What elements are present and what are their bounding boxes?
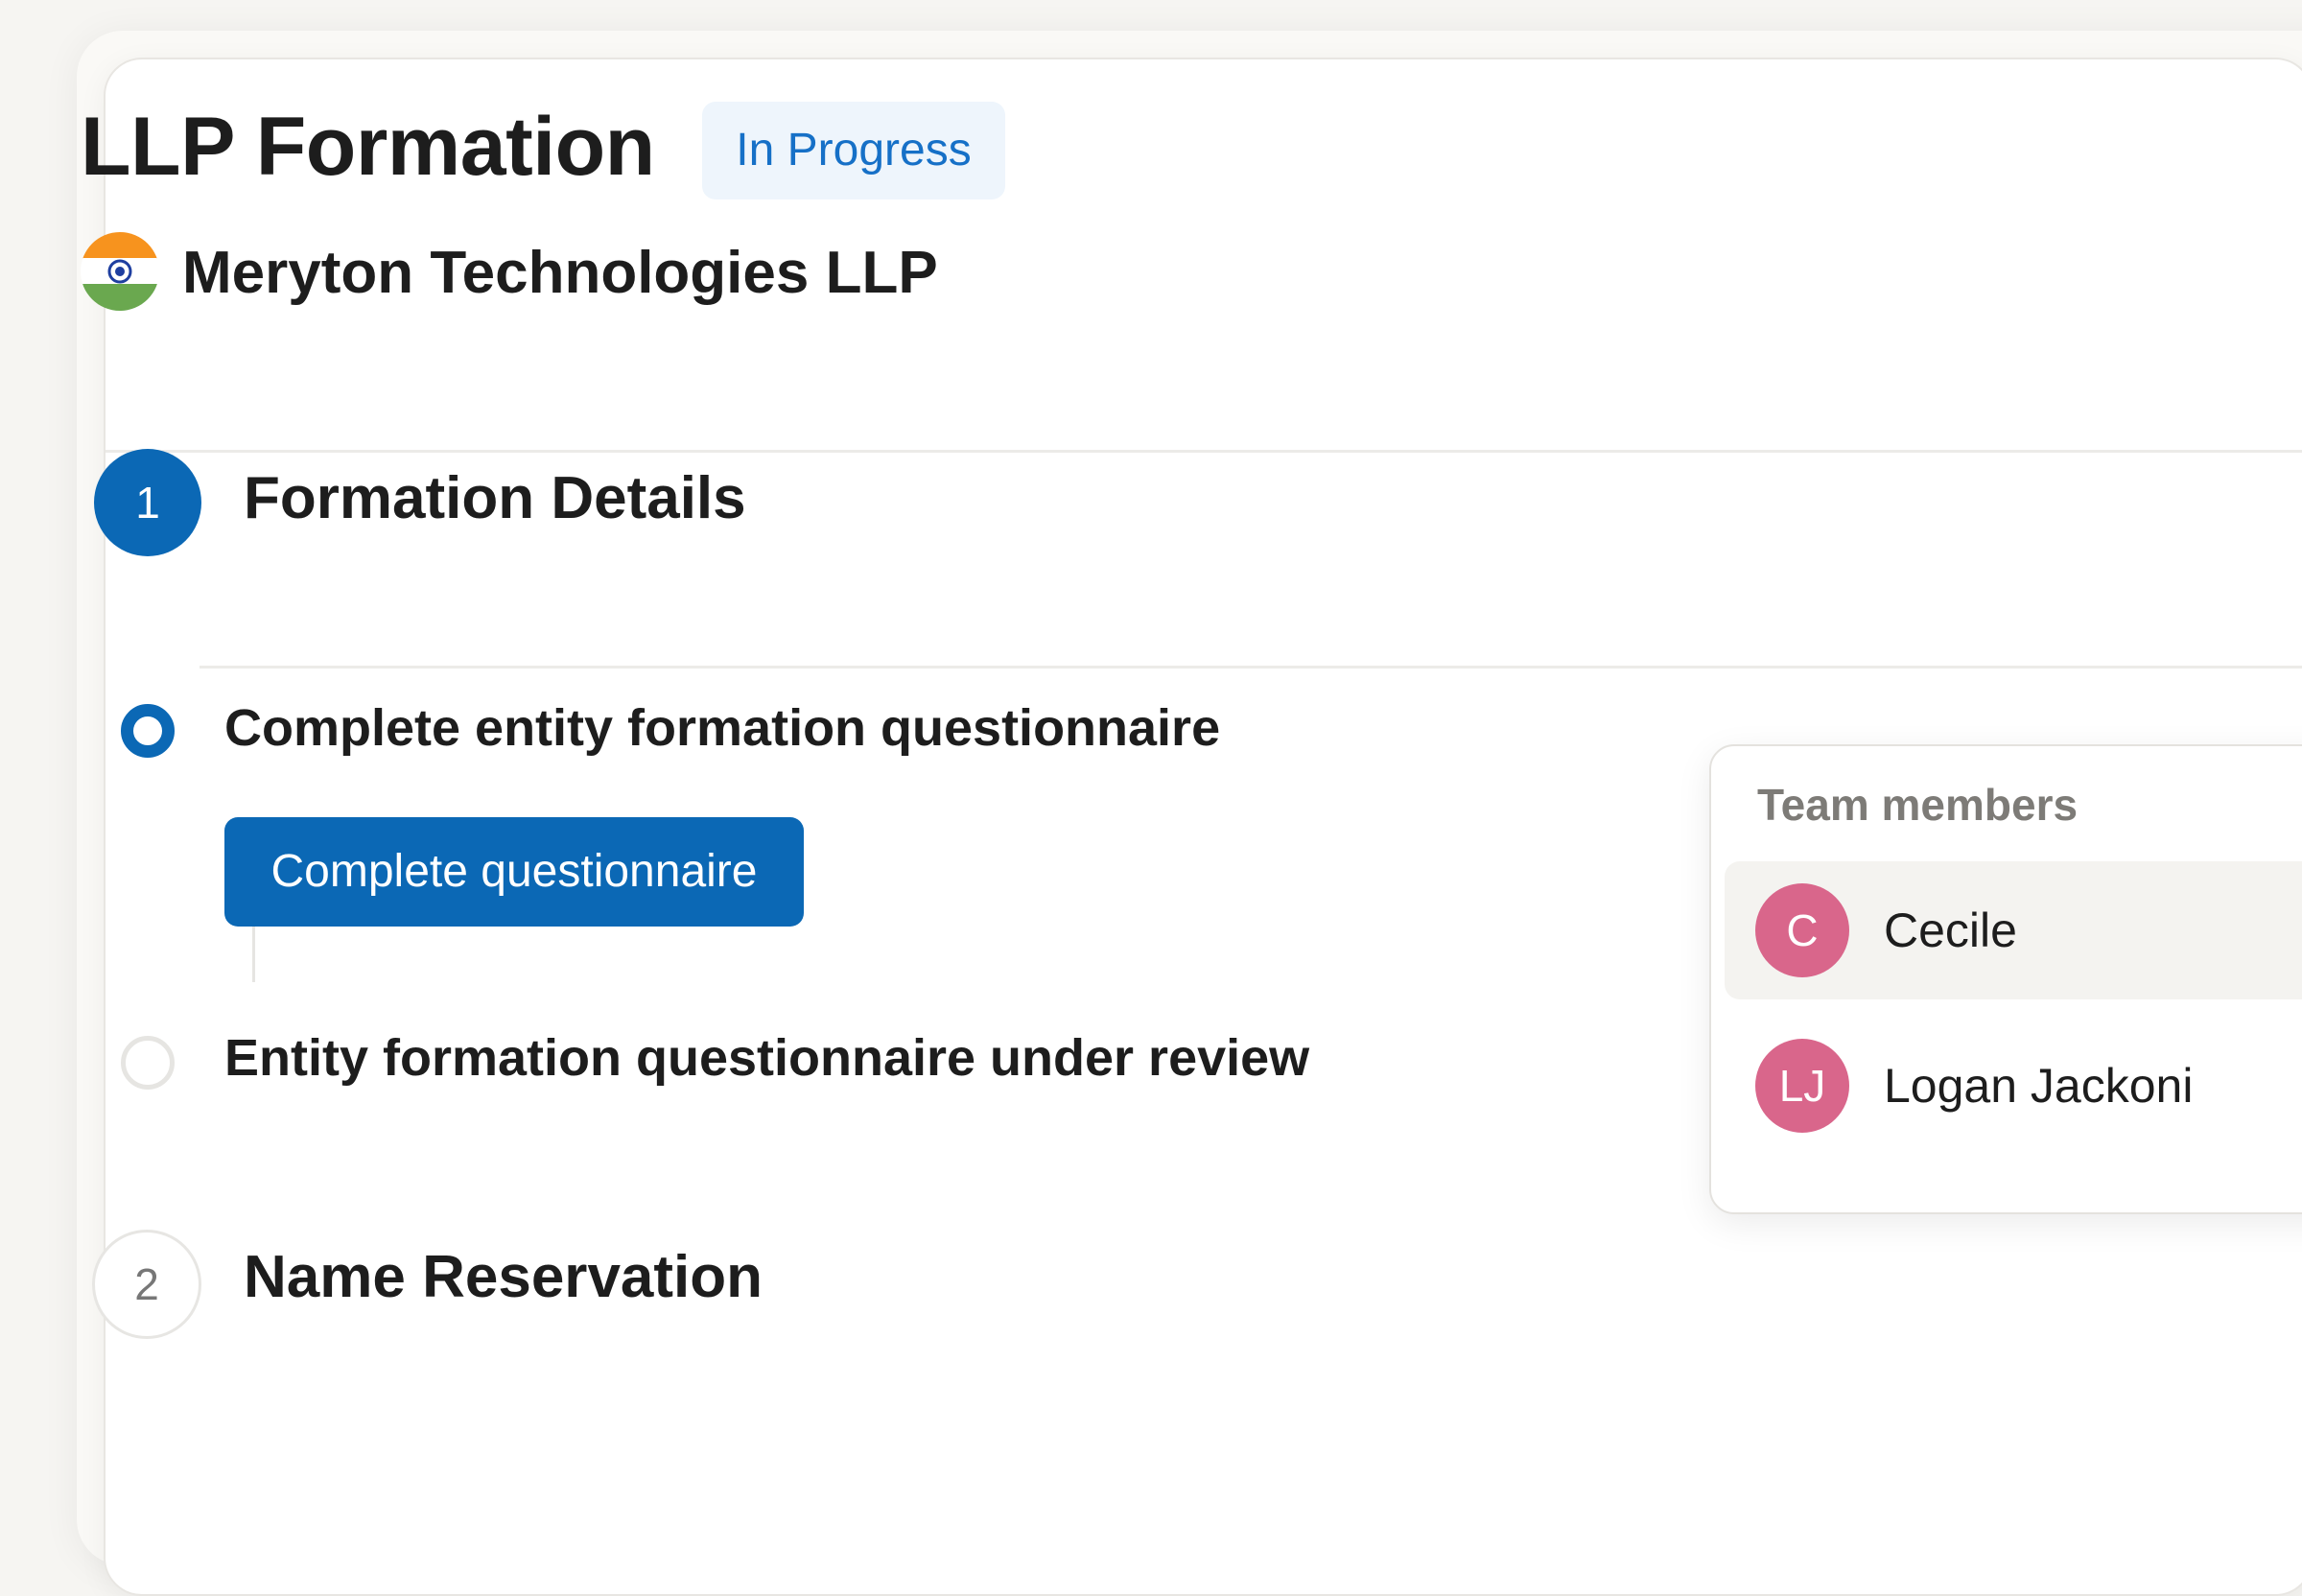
member-name: Cecile xyxy=(1884,904,2017,957)
team-member-row[interactable]: LJ Logan Jackoni xyxy=(1725,1017,2302,1155)
team-member-row[interactable]: C Cecile xyxy=(1725,861,2302,999)
avatar: LJ xyxy=(1755,1039,1849,1133)
step-2-title[interactable]: Name Reservation xyxy=(244,1243,763,1311)
status-badge: In Progress xyxy=(702,102,1005,200)
avatar: C xyxy=(1755,883,1849,977)
task-1-status-radio xyxy=(121,704,175,758)
page-title: LLP Formation xyxy=(81,101,655,193)
task-2-label: Entity formation questionnaire under rev… xyxy=(224,1029,1310,1087)
section-divider xyxy=(200,666,2302,669)
header-divider xyxy=(106,450,2302,453)
step-2-number-circle[interactable]: 2 xyxy=(92,1230,201,1339)
step-1-number-circle[interactable]: 1 xyxy=(94,449,201,556)
member-name: Logan Jackoni xyxy=(1884,1059,2194,1113)
company-name: Meryton Technologies LLP xyxy=(182,240,938,306)
task-2-status-radio xyxy=(121,1036,175,1090)
team-panel-title: Team members xyxy=(1757,780,2079,830)
step-1-title[interactable]: Formation Details xyxy=(244,464,746,532)
task-1-label: Complete entity formation questionnaire xyxy=(224,699,1221,757)
team-members-dropdown: Team members C Cecile LJ Logan Jackoni xyxy=(1709,744,2302,1214)
india-flag-icon xyxy=(81,232,159,311)
complete-questionnaire-button[interactable]: Complete questionnaire xyxy=(224,817,804,927)
